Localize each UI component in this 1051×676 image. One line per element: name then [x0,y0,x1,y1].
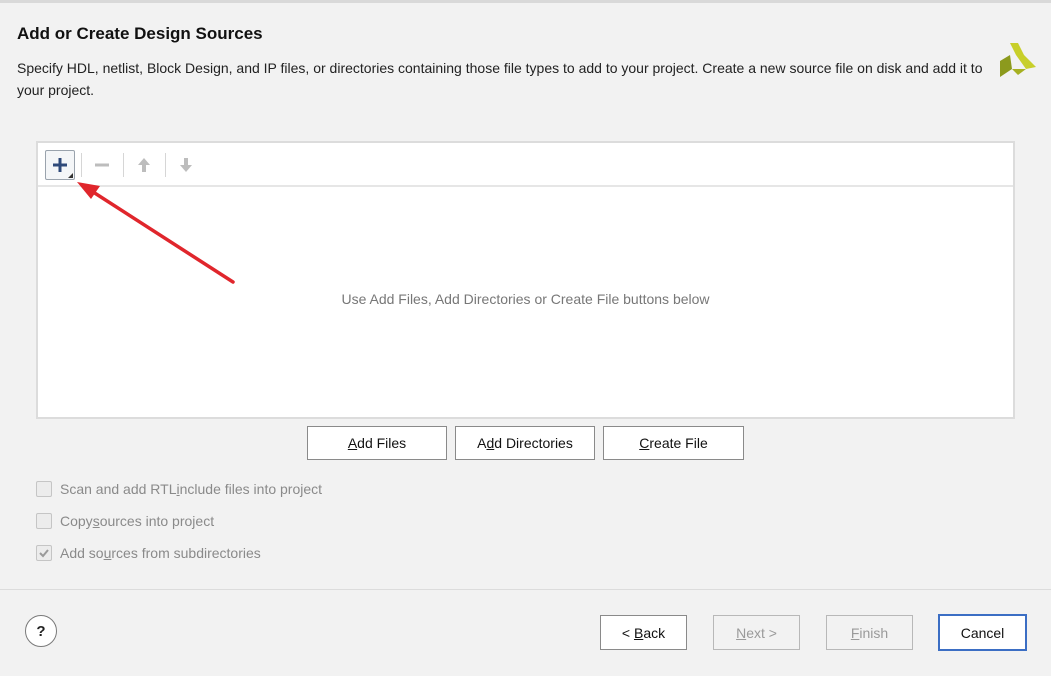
next-button[interactable]: Next > [713,615,800,650]
cancel-button[interactable]: Cancel [938,614,1027,651]
toolbar-separator [81,153,82,177]
mnemonic: C [639,435,650,451]
page-title: Add or Create Design Sources [17,24,263,43]
sources-panel: Use Add Files, Add Directories or Create… [36,141,1015,419]
option-label: Scan and add RTL [60,481,177,497]
plus-icon [53,158,67,172]
label-part: inish [859,624,889,641]
label-part: ack [643,624,666,641]
option-label: ources into project [99,513,215,529]
mnemonic: d [486,435,495,451]
top-strip [0,0,1051,3]
mnemonic: N [736,624,747,641]
scan-rtl-include-checkbox[interactable] [36,481,52,497]
mnemonic: s [92,513,100,529]
copy-sources-checkbox[interactable] [36,513,52,529]
add-subdirectories-option[interactable]: Add so u rces from subdirectories [36,543,261,563]
sources-toolbar [38,143,1013,187]
arrow-up-icon [138,158,150,172]
add-sources-button[interactable] [45,150,75,180]
option-label: Copy [60,513,93,529]
move-up-button[interactable] [129,150,159,180]
scan-rtl-include-option[interactable]: Scan and add RTL i nclude files into proj… [36,479,322,499]
label-part: reate File [649,435,708,451]
remove-source-button[interactable] [87,150,117,180]
dropdown-corner-icon [68,173,73,178]
checkmark-icon [39,549,49,558]
toolbar-separator [123,153,124,177]
label-part: dd Files [357,435,407,451]
empty-list-placeholder: Use Add Files, Add Directories or Create… [341,291,710,307]
label-part: A [477,435,487,451]
mnemonic: F [850,624,860,641]
mnemonic: u [103,545,112,561]
create-file-button[interactable]: Create File [603,426,744,460]
label-part: d Directories [494,435,573,451]
add-files-button[interactable]: Add Files [307,426,447,460]
help-icon: ? [36,622,46,640]
page-description: Specify HDL, netlist, Block Design, and … [17,60,983,98]
toolbar-separator [165,153,166,177]
mnemonic: A [347,435,358,451]
minus-icon [95,163,109,167]
arrow-down-icon [180,158,192,172]
option-label: nclude files into project [179,481,323,497]
add-directories-button[interactable]: Add Directories [455,426,595,460]
vendor-logo-icon [1000,43,1036,77]
option-label: Add so [60,545,104,561]
back-button[interactable]: < Back [600,615,687,650]
footer-divider [0,589,1051,590]
label-part: ext > [746,624,777,641]
copy-sources-option[interactable]: Copy s ources into project [36,511,214,531]
mnemonic: B [633,624,644,641]
move-down-button[interactable] [171,150,201,180]
add-subdirectories-checkbox[interactable] [36,545,52,561]
option-label: rces from subdirectories [111,545,261,561]
finish-button[interactable]: Finish [826,615,913,650]
help-button[interactable]: ? [25,615,57,647]
label-part: < [621,624,634,641]
